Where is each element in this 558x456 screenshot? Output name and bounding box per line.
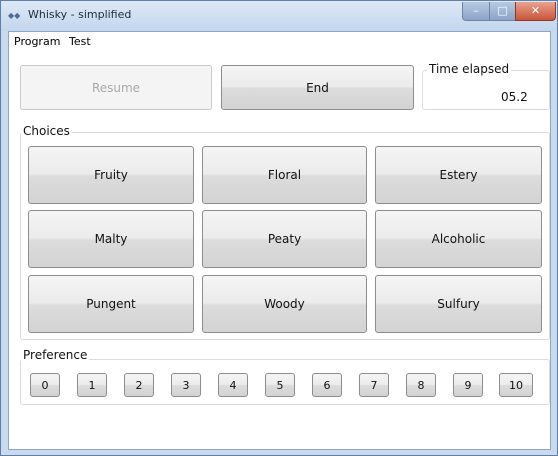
choice-fruity-button[interactable]: Fruity (28, 146, 194, 204)
choice-woody-button[interactable]: Woody (202, 275, 367, 333)
preference-6-button[interactable]: 6 (312, 373, 342, 397)
choice-floral-button[interactable]: Floral (202, 146, 367, 204)
preference-1-button[interactable]: 1 (77, 373, 107, 397)
menu-program[interactable]: Program (14, 35, 60, 48)
close-button[interactable]: ✕ (515, 2, 556, 21)
preference-3-button[interactable]: 3 (171, 373, 201, 397)
choice-estery-button[interactable]: Estery (375, 146, 542, 204)
preference-7-button[interactable]: 7 (359, 373, 389, 397)
choice-pungent-button[interactable]: Pungent (28, 275, 194, 333)
preference-4-button[interactable]: 4 (218, 373, 248, 397)
choice-peaty-button[interactable]: Peaty (202, 210, 367, 268)
maximize-icon: □ (497, 4, 508, 17)
minimize-button[interactable]: – (462, 2, 490, 21)
whisky-app-icon: ◆◆ (8, 11, 21, 20)
time-elapsed-box (422, 70, 550, 110)
window-title: Whisky - simplified (28, 8, 132, 21)
preference-8-button[interactable]: 8 (406, 373, 436, 397)
preference-10-button[interactable]: 10 (499, 373, 533, 397)
minimize-icon: – (473, 4, 479, 17)
menu-bar: Program Test (9, 32, 550, 52)
preference-0-button[interactable]: 0 (30, 373, 60, 397)
end-button[interactable]: End (221, 65, 414, 110)
choices-label: Choices (21, 124, 72, 138)
choice-sulfury-button[interactable]: Sulfury (375, 275, 542, 333)
preference-label: Preference (21, 348, 90, 362)
time-elapsed-value: 05.2 (501, 90, 528, 104)
choice-malty-button[interactable]: Malty (28, 210, 194, 268)
application-window: ◆◆ Whisky - simplified – □ ✕ Program Tes… (0, 0, 558, 456)
preference-5-button[interactable]: 5 (265, 373, 295, 397)
close-icon: ✕ (530, 4, 541, 17)
preference-2-button[interactable]: 2 (124, 373, 154, 397)
resume-button[interactable]: Resume (20, 65, 212, 110)
maximize-button[interactable]: □ (489, 2, 516, 21)
client-area: Program Test Resume End Time elapsed 05.… (8, 31, 551, 450)
time-elapsed-label: Time elapsed (427, 62, 512, 76)
title-bar[interactable]: ◆◆ Whisky - simplified – □ ✕ (1, 1, 557, 31)
choice-alcoholic-button[interactable]: Alcoholic (375, 210, 542, 268)
preference-9-button[interactable]: 9 (453, 373, 483, 397)
menu-test[interactable]: Test (69, 35, 91, 48)
